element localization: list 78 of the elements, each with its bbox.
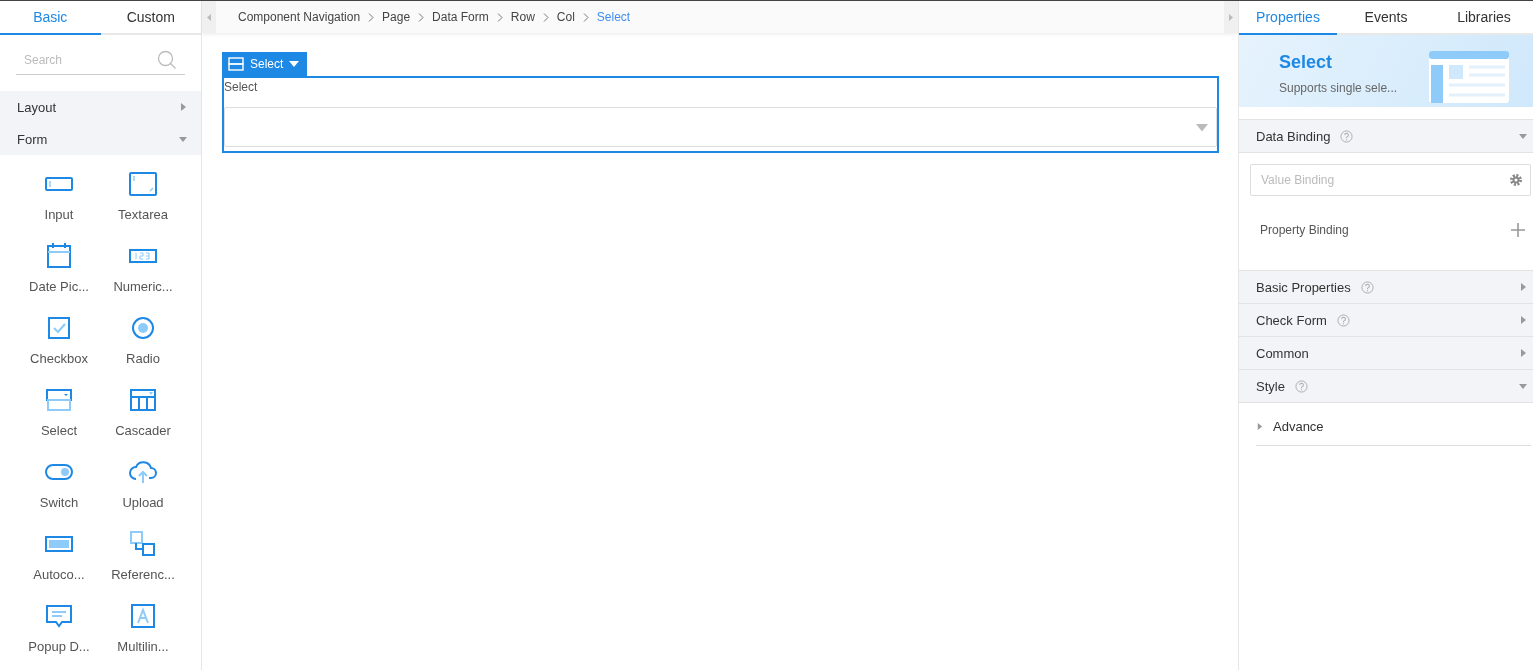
caret-down-icon	[1196, 121, 1208, 133]
component-item[interactable]: Multilin...	[101, 603, 185, 664]
chevron-right-icon	[418, 12, 425, 22]
breadcrumb-link[interactable]: Col	[556, 10, 575, 24]
category-header[interactable]: Form	[0, 123, 201, 155]
component-item[interactable]: Textarea	[101, 171, 185, 232]
component-item[interactable]: Input	[17, 171, 101, 232]
caret-down-icon	[1519, 132, 1527, 140]
section-header[interactable]: Check Form	[1239, 303, 1533, 336]
chevron-right-icon	[542, 12, 549, 22]
dropdown-icon	[228, 57, 244, 71]
selected-component-frame[interactable]: Select	[222, 76, 1219, 153]
window-illustration-icon	[1429, 51, 1509, 103]
property-binding-label: Property Binding	[1260, 223, 1349, 237]
caret-right-icon	[1519, 283, 1527, 291]
dropdown-icon	[44, 387, 74, 413]
breadcrumb-link[interactable]: Page	[382, 10, 411, 24]
caret-right-icon	[1519, 349, 1527, 357]
component-item[interactable]: Checkbox	[17, 315, 101, 376]
panel-tab[interactable]: Libraries	[1435, 1, 1533, 35]
linked-squares-icon	[128, 531, 158, 557]
component-item[interactable]: Upload	[101, 459, 185, 520]
panel-tab[interactable]: Events	[1337, 1, 1435, 35]
caret-down-icon	[179, 135, 187, 143]
component-item[interactable]: Switch	[17, 459, 101, 520]
caret-down-icon	[1519, 382, 1527, 390]
panel-tab[interactable]: Basic	[0, 1, 101, 35]
settings-icon	[1509, 173, 1523, 187]
component-item[interactable]: Cascader	[101, 387, 185, 448]
section-title: Check Form	[1256, 312, 1327, 328]
chevron-right-icon	[368, 12, 375, 22]
table-grid-icon	[128, 387, 158, 413]
textarea-icon	[128, 171, 158, 197]
value-binding-field[interactable]: Value Binding	[1250, 164, 1531, 196]
advance-toggle[interactable]: Advance	[1256, 415, 1531, 446]
component-item[interactable]: Radio	[101, 315, 185, 376]
component-item[interactable]: Select	[17, 387, 101, 448]
caret-left-icon	[207, 13, 211, 21]
section-header[interactable]: Style	[1239, 369, 1533, 402]
caret-down-icon	[289, 61, 300, 67]
cloud-upload-icon	[128, 459, 158, 485]
category-header[interactable]: Layout	[0, 91, 201, 123]
breadcrumb-link[interactable]: Data Form	[432, 10, 489, 24]
collapse-right-button[interactable]	[1224, 1, 1238, 33]
category-label: Layout	[17, 99, 57, 115]
breadcrumb-link[interactable]: Row	[510, 10, 535, 24]
banner-subtitle: Supports single sele...	[1279, 81, 1398, 95]
breadcrumb-link[interactable]: Component Navigation	[238, 10, 361, 24]
speech-bubble-icon	[44, 603, 74, 629]
section-header[interactable]: Common	[1239, 336, 1533, 369]
select-field[interactable]	[224, 107, 1217, 147]
chevron-right-icon	[496, 12, 503, 22]
component-item[interactable]: Date Pic...	[17, 243, 101, 304]
component-item[interactable]: Autoco...	[17, 531, 101, 592]
category-label: Form	[17, 131, 48, 147]
chevron-right-icon	[582, 12, 589, 22]
plus-icon[interactable]	[1511, 223, 1525, 237]
section-title: Basic Properties	[1256, 279, 1351, 295]
caret-right-icon	[1229, 13, 1233, 21]
collapse-left-button[interactable]	[202, 1, 216, 33]
caret-right-icon	[179, 103, 187, 111]
calendar-icon	[44, 243, 74, 269]
component-item[interactable]: Popup D...	[17, 603, 101, 664]
banner-title: Select	[1279, 52, 1334, 73]
section-header[interactable]: Data Binding	[1239, 119, 1533, 152]
panel-tab[interactable]: Custom	[100, 1, 201, 35]
component-tag-button[interactable]: Select	[222, 52, 308, 76]
section-header[interactable]: Basic Properties	[1239, 270, 1533, 303]
component-item[interactable]: Numeric...	[101, 243, 185, 304]
section-title: Common	[1256, 345, 1309, 361]
caret-right-icon	[1256, 422, 1263, 430]
field-label: Select	[224, 80, 259, 94]
component-item[interactable]: Referenc...	[101, 531, 185, 592]
section-title: Data Binding	[1256, 128, 1331, 144]
search-icon	[157, 50, 177, 70]
letter-a-icon	[128, 603, 158, 629]
caret-right-icon	[1519, 316, 1527, 324]
section-title: Style	[1256, 378, 1285, 394]
